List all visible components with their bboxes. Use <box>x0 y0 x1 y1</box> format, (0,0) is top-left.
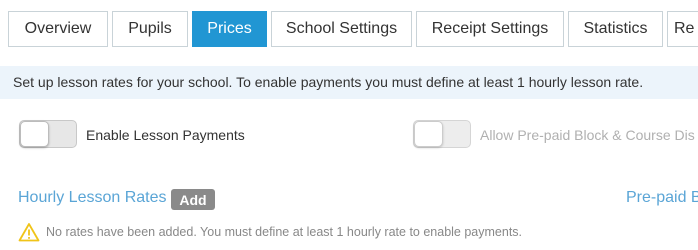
allow-prepaid-label: Allow Pre-paid Block & Course Dis <box>480 127 695 143</box>
allow-prepaid-toggle[interactable] <box>413 120 471 148</box>
tab-receipt-settings[interactable]: Receipt Settings <box>416 11 564 47</box>
add-hourly-rate-button[interactable]: Add <box>171 189 215 210</box>
info-banner: Set up lesson rates for your school. To … <box>0 66 698 99</box>
hourly-lesson-rates-title[interactable]: Hourly Lesson Rates <box>18 189 167 207</box>
tab-prices[interactable]: Prices <box>192 11 267 47</box>
warning-row: No rates have been added. You must defin… <box>18 222 522 242</box>
toggle-knob <box>414 121 443 147</box>
no-rates-warning-text: No rates have been added. You must defin… <box>46 225 523 239</box>
prepaid-section-title[interactable]: Pre-paid B <box>626 189 698 207</box>
enable-lesson-payments-label: Enable Lesson Payments <box>86 127 245 143</box>
enable-lesson-payments-toggle[interactable] <box>19 120 77 148</box>
toggle-knob <box>20 121 49 147</box>
tab-receipts-clipped[interactable]: Re <box>667 11 698 47</box>
warning-icon <box>18 223 40 242</box>
tab-pupils[interactable]: Pupils <box>112 11 188 47</box>
tab-overview[interactable]: Overview <box>8 11 108 47</box>
tab-bar: Overview Pupils Prices School Settings R… <box>0 0 698 49</box>
tab-statistics[interactable]: Statistics <box>568 11 663 47</box>
tab-school-settings[interactable]: School Settings <box>271 11 412 47</box>
